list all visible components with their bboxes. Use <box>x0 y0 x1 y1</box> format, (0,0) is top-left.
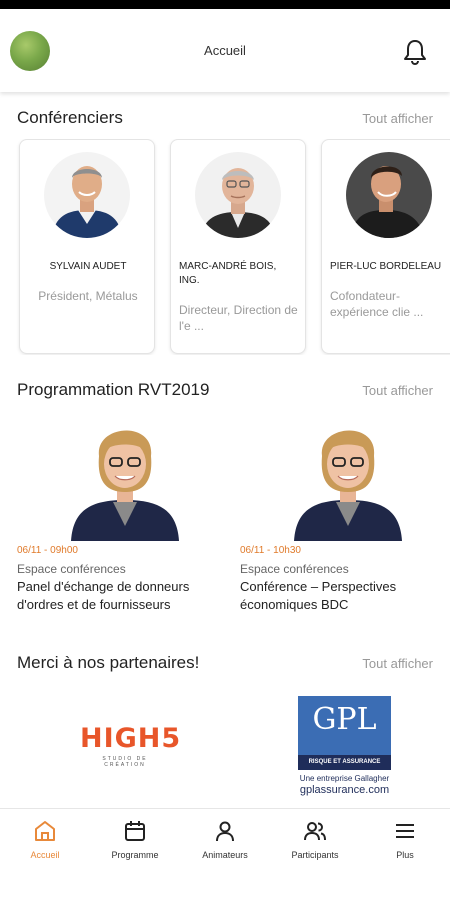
status-bar <box>0 0 450 9</box>
nav-label: Accueil <box>30 850 60 860</box>
speaker-card[interactable]: SYLVAIN AUDET Président, Métalus <box>19 139 155 354</box>
partner-logo-gpl[interactable]: GPL RISQUE ET ASSURANCE Une entreprise G… <box>298 696 391 800</box>
partners-section-header: Merci à nos partenaires! Tout afficher <box>17 653 435 677</box>
program-room: Espace conférences <box>240 562 349 576</box>
speakers-carousel[interactable]: SYLVAIN AUDET Président, Métalus MARC-AN… <box>0 139 450 355</box>
partner-logo-text: GPL <box>312 702 377 737</box>
nav-item-plus[interactable]: Plus <box>360 809 450 879</box>
partner-logo-subtitle: STUDIO DE CRÉATION <box>102 756 148 768</box>
partner-logo-band: RISQUE ET ASSURANCE <box>298 755 391 770</box>
speakers-section-header: Conférenciers Tout afficher <box>17 108 435 132</box>
app-header: Accueil <box>0 9 450 92</box>
presenter-photo <box>292 406 404 541</box>
program-room: Espace conférences <box>17 562 126 576</box>
speaker-card[interactable]: PIER-LUC BORDELEAU Cofondateur-expérienc… <box>321 139 450 354</box>
program-section-header: Programmation RVT2019 Tout afficher <box>17 380 435 404</box>
gpl-logo-box: GPL RISQUE ET ASSURANCE <box>298 696 391 770</box>
partner-logo-high5[interactable]: HIGH5 STUDIO DE CRÉATION <box>80 723 182 770</box>
nav-label: Plus <box>396 850 414 860</box>
speaker-role: Président, Métalus <box>38 289 138 303</box>
speakers-section-title: Conférenciers <box>17 108 123 127</box>
speaker-card[interactable]: MARC-ANDRÉ BOIS, ING. Directeur, Directi… <box>170 139 306 354</box>
program-section-title: Programmation RVT2019 <box>17 380 210 399</box>
speaker-name: PIER-LUC BORDELEAU <box>330 261 442 272</box>
program-item[interactable]: 06/11 - 10h30 Espace conférences Confére… <box>240 406 440 616</box>
program-time: 06/11 - 09h00 <box>17 545 78 556</box>
speaker-role: Directeur, Direction de l'e ... <box>179 303 298 333</box>
home-icon <box>35 821 55 841</box>
speaker-photo <box>195 152 281 238</box>
speaker-photo <box>346 152 432 238</box>
partner-tagline: Une entreprise Gallagher <box>299 774 390 783</box>
people-icon <box>304 822 326 841</box>
speaker-name: SYLVAIN AUDET <box>49 261 127 272</box>
presenter-photo <box>69 406 181 541</box>
speaker-photo <box>44 152 130 238</box>
program-title: Panel d'échange de donneurs d'ordres et … <box>17 579 190 612</box>
program-see-all-link[interactable]: Tout afficher <box>362 383 433 398</box>
bell-icon <box>404 40 426 66</box>
nav-label: Animateurs <box>202 850 248 860</box>
program-time: 06/11 - 10h30 <box>240 545 301 556</box>
bottom-navigation: Accueil Programme Animateurs Participant… <box>0 808 450 900</box>
nav-label: Participants <box>291 850 339 860</box>
program-title: Conférence – Perspectives économiques BD… <box>240 579 397 612</box>
partners-see-all-link[interactable]: Tout afficher <box>362 656 433 671</box>
nav-label: Programme <box>111 850 159 860</box>
menu-icon <box>396 824 414 838</box>
person-icon <box>216 821 234 842</box>
calendar-icon <box>125 821 145 841</box>
page-title: Accueil <box>204 43 246 58</box>
speaker-name: MARC-ANDRÉ BOIS, ING. <box>179 261 277 286</box>
nav-item-animateurs[interactable]: Animateurs <box>180 809 270 879</box>
partner-logo-text: HIGH5 <box>80 723 182 754</box>
speakers-see-all-link[interactable]: Tout afficher <box>362 111 433 126</box>
partner-url: gplassurance.com <box>299 784 390 796</box>
nav-item-participants[interactable]: Participants <box>270 809 360 879</box>
partners-section-title: Merci à nos partenaires! <box>17 653 200 672</box>
program-item[interactable]: 06/11 - 09h00 Espace conférences Panel d… <box>17 406 217 616</box>
speaker-role: Cofondateur-expérience clie ... <box>330 289 424 319</box>
nav-item-programme[interactable]: Programme <box>90 809 180 879</box>
notifications-button[interactable] <box>400 37 430 67</box>
nav-item-accueil[interactable]: Accueil <box>0 809 90 879</box>
